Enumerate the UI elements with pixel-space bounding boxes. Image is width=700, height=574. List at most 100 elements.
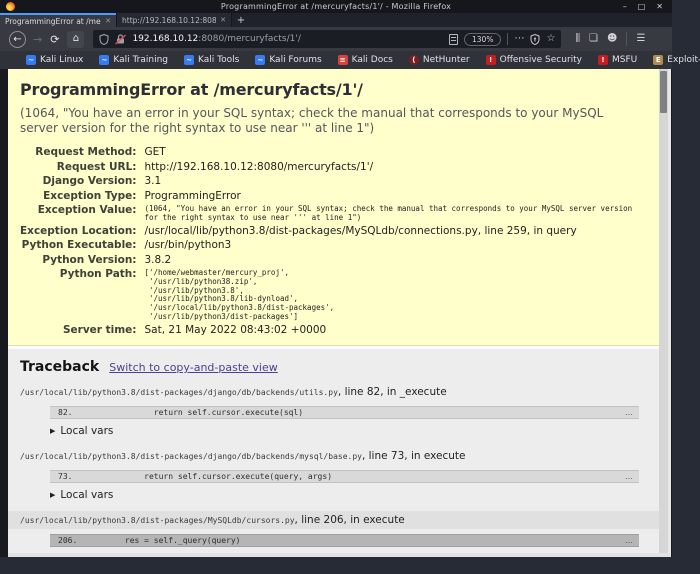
meta-label: Server time: xyxy=(20,323,145,338)
bookmark-item[interactable]: ~ Kali Tools xyxy=(184,55,239,65)
tab-close-icon[interactable]: ✕ xyxy=(220,16,226,24)
bookmark-item[interactable]: ≡ Kali Docs xyxy=(338,55,393,65)
code-line-number: 73. xyxy=(58,472,72,481)
library-icon[interactable]: ⫼ xyxy=(575,34,580,44)
expand-context-ellipsis[interactable]: … xyxy=(625,408,633,417)
frame-code-line[interactable]: 82. return self.cursor.execute(sql) … xyxy=(50,406,639,419)
navigation-toolbar: ← → ⟳ ⌂ 192.168.10.12:8080/mercuryfacts/… xyxy=(0,27,672,51)
local-vars-label: Local vars xyxy=(60,489,113,501)
bookmark-item[interactable]: ~ Kali Linux xyxy=(26,55,83,65)
meta-value: 3.8.2 xyxy=(145,253,645,268)
frame-header: /usr/local/lib/python3.8/dist-packages/M… xyxy=(8,511,659,529)
bookmark-favicon: ( xyxy=(409,55,419,65)
frame-line-info: , line 82, in _execute xyxy=(338,386,447,398)
reader-mode-icon[interactable] xyxy=(449,34,458,45)
page-viewport: ProgrammingError at /mercuryfacts/1'/ (1… xyxy=(8,69,659,553)
meta-value: (1064, "You have an error in your SQL sy… xyxy=(145,203,645,224)
minimize-button[interactable]: – xyxy=(623,0,627,13)
frame-code-line[interactable]: 73. return self.cursor.execute(query, ar… xyxy=(50,470,639,483)
maximize-button[interactable]: □ xyxy=(638,0,646,13)
traceback-heading: Traceback xyxy=(20,359,99,375)
forward-button[interactable]: → xyxy=(33,34,42,45)
expand-triangle-icon: ▶ xyxy=(50,491,55,499)
frame-header: /usr/local/lib/python3.8/dist-packages/d… xyxy=(20,383,647,401)
traceback-frame: /usr/local/lib/python3.8/dist-packages/M… xyxy=(20,511,647,553)
tab-title: http://192.168.10.12:8080/m xyxy=(122,16,216,25)
expand-context-ellipsis[interactable]: … xyxy=(625,536,633,545)
code-line-number: 82. xyxy=(58,408,72,417)
local-vars-label: Local vars xyxy=(60,425,113,437)
sidebar-toggle-icon[interactable]: ❏ xyxy=(589,34,598,44)
back-button[interactable]: ← xyxy=(9,31,26,48)
window-right-edge xyxy=(668,69,671,556)
tab-title: ProgrammingError at /merc xyxy=(5,17,101,26)
local-vars-toggle[interactable]: ▶ Local vars xyxy=(50,489,647,501)
bookmark-favicon: ~ xyxy=(99,55,109,65)
bookmark-item[interactable]: ! MSFU xyxy=(598,55,637,65)
close-button[interactable]: ✕ xyxy=(656,0,663,13)
bookmark-item[interactable]: ~ Kali Forums xyxy=(255,55,321,65)
meta-row: Request Method: GET xyxy=(20,145,645,160)
meta-value: ['/home/webmaster/mercury_proj', '/usr/l… xyxy=(145,267,645,323)
meta-row: Python Version: 3.8.2 xyxy=(20,253,645,268)
protections-shield-icon[interactable] xyxy=(530,34,540,45)
django-error-summary: ProgrammingError at /mercuryfacts/1'/ (1… xyxy=(8,69,659,346)
code-text: res = self._query(query) xyxy=(96,536,241,545)
zoom-level-indicator[interactable]: 130% xyxy=(464,33,501,46)
page-actions-icon[interactable]: ⋯ xyxy=(514,34,524,44)
bookmark-item[interactable]: ( NetHunter xyxy=(409,55,470,65)
bookmark-item[interactable]: ! Offensive Security xyxy=(486,55,582,65)
meta-label: Python Executable: xyxy=(20,238,145,253)
url-bar[interactable]: 192.168.10.12:8080/mercuryfacts/1'/ 130%… xyxy=(93,30,561,48)
bookmark-label: Exploit-DB xyxy=(667,55,700,65)
bookmark-item[interactable]: ~ Kali Training xyxy=(99,55,168,65)
frame-line-info: , line 73, in execute xyxy=(362,450,466,462)
bookmark-label: Kali Forums xyxy=(269,55,321,65)
meta-row: Exception Location: /usr/local/lib/pytho… xyxy=(20,224,645,239)
bookmark-label: Offensive Security xyxy=(500,55,582,65)
meta-value: ProgrammingError xyxy=(145,189,645,204)
switch-view-link[interactable]: Switch to copy-and-paste view xyxy=(109,361,277,374)
new-tab-button[interactable]: + xyxy=(232,13,250,27)
traceback-frames: /usr/local/lib/python3.8/dist-packages/d… xyxy=(20,383,647,553)
expand-context-ellipsis[interactable]: … xyxy=(625,472,633,481)
menu-hamburger-icon[interactable]: ☰ xyxy=(636,34,645,44)
meta-value: GET xyxy=(145,145,645,160)
browser-tab[interactable]: http://192.168.10.12:8080/m ✕ xyxy=(116,13,232,27)
bookmark-star-icon[interactable]: ☆ xyxy=(546,34,555,44)
insecure-lock-icon[interactable] xyxy=(115,34,126,45)
bookmark-favicon: ~ xyxy=(184,55,194,65)
error-title: ProgrammingError at /mercuryfacts/1'/ xyxy=(20,80,645,99)
bookmarks-toolbar: ~ Kali Linux ~ Kali Training ~ Kali Tool… xyxy=(0,51,672,69)
home-button[interactable]: ⌂ xyxy=(67,31,84,48)
error-subtitle: (1064, "You have an error in your SQL sy… xyxy=(20,106,640,136)
code-text: return self.cursor.execute(sql) xyxy=(96,408,303,417)
meta-value: /usr/local/lib/python3.8/dist-packages/M… xyxy=(145,224,645,239)
browser-tab[interactable]: ProgrammingError at /merc ✕ xyxy=(0,13,116,27)
local-vars-toggle[interactable]: ▶ Local vars xyxy=(50,425,647,437)
tab-close-icon[interactable]: ✕ xyxy=(105,17,111,25)
account-icon[interactable]: ☻ xyxy=(607,34,617,44)
meta-label: Python Version: xyxy=(20,253,145,268)
meta-row: Python Executable: /usr/bin/python3 xyxy=(20,238,645,253)
bookmark-favicon: ! xyxy=(486,55,496,65)
meta-value: http://192.168.10.12:8080/mercuryfacts/1… xyxy=(145,160,645,175)
title-bar: ProgrammingError at /mercuryfacts/1'/ - … xyxy=(0,0,672,13)
bookmark-label: Kali Tools xyxy=(198,55,239,65)
meta-row: Server time: Sat, 21 May 2022 08:43:02 +… xyxy=(20,323,645,338)
urlbar-divider xyxy=(507,33,508,45)
reload-button[interactable]: ⟳ xyxy=(50,34,59,45)
error-meta-table: Request Method: GET Request URL: http://… xyxy=(20,145,645,337)
traceback-section: Traceback Switch to copy-and-paste view … xyxy=(8,346,659,553)
frame-code-line[interactable]: 206. res = self._query(query) … xyxy=(50,534,639,547)
bookmark-label: Kali Training xyxy=(113,55,168,65)
window-bottom-edge xyxy=(8,553,671,557)
meta-row: Python Path: ['/home/webmaster/mercury_p… xyxy=(20,267,645,323)
url-text[interactable]: 192.168.10.12:8080/mercuryfacts/1'/ xyxy=(132,34,449,44)
bookmark-item[interactable]: E Exploit-DB xyxy=(653,55,700,65)
traceback-frame: /usr/local/lib/python3.8/dist-packages/d… xyxy=(20,383,647,437)
bookmark-favicon: ! xyxy=(598,55,608,65)
scrollbar-thumb[interactable] xyxy=(660,71,667,113)
page-scrollbar[interactable] xyxy=(659,69,668,553)
tracking-protection-shield-icon[interactable] xyxy=(99,34,109,45)
